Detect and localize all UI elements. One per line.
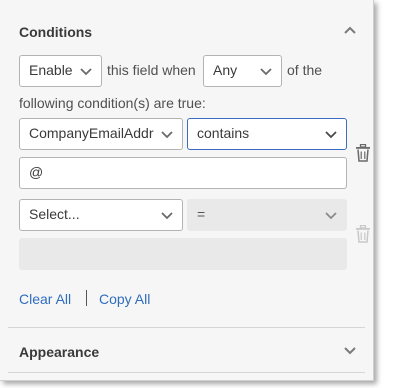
action-select-value: Enable <box>29 62 73 78</box>
following-conditions-text: following condition(s) are true: <box>19 95 206 111</box>
appearance-section-header[interactable]: Appearance <box>0 320 373 362</box>
chevron-down-icon <box>325 212 337 220</box>
match-select[interactable]: Any <box>203 55 282 87</box>
this-field-when-text: this field when <box>107 62 196 78</box>
rule1-value-text: @ <box>29 164 44 180</box>
clear-all-link[interactable]: Clear All <box>19 291 71 307</box>
trash-icon <box>356 225 370 243</box>
chevron-down-icon <box>325 131 337 139</box>
rule1-value-input[interactable]: @ <box>19 157 347 189</box>
copy-all-link[interactable]: Copy All <box>99 291 150 307</box>
section-divider <box>8 372 365 373</box>
link-separator <box>86 290 87 306</box>
chevron-down-icon[interactable] <box>343 346 357 356</box>
appearance-title: Appearance <box>19 344 100 360</box>
rule2-field-placeholder: Select... <box>29 206 80 222</box>
of-the-text: of the <box>287 62 323 78</box>
rule1-field-select[interactable]: CompanyEmailAddr <box>19 118 183 150</box>
conditions-title: Conditions <box>19 24 93 40</box>
chevron-down-icon <box>260 68 272 76</box>
chevron-down-icon <box>161 131 173 139</box>
rule1-operator-select[interactable]: contains <box>187 118 347 150</box>
match-select-value: Any <box>213 62 238 78</box>
rule2-operator-value: = <box>197 206 206 222</box>
rule1-field-value: CompanyEmailAddr <box>29 125 154 141</box>
trash-icon[interactable] <box>355 144 371 162</box>
conditions-section-header[interactable]: Conditions <box>0 0 373 42</box>
rule2-operator-select: = <box>187 199 347 231</box>
chevron-down-icon <box>161 212 173 220</box>
properties-panel: Conditions Enable this field when Any of… <box>0 0 374 381</box>
chevron-up-icon[interactable] <box>343 25 357 35</box>
rule1-operator-value: contains <box>197 125 250 141</box>
chevron-down-icon <box>80 68 92 76</box>
rule2-value-input <box>19 238 347 270</box>
rule2-field-select[interactable]: Select... <box>19 199 183 231</box>
action-select[interactable]: Enable <box>19 55 102 87</box>
